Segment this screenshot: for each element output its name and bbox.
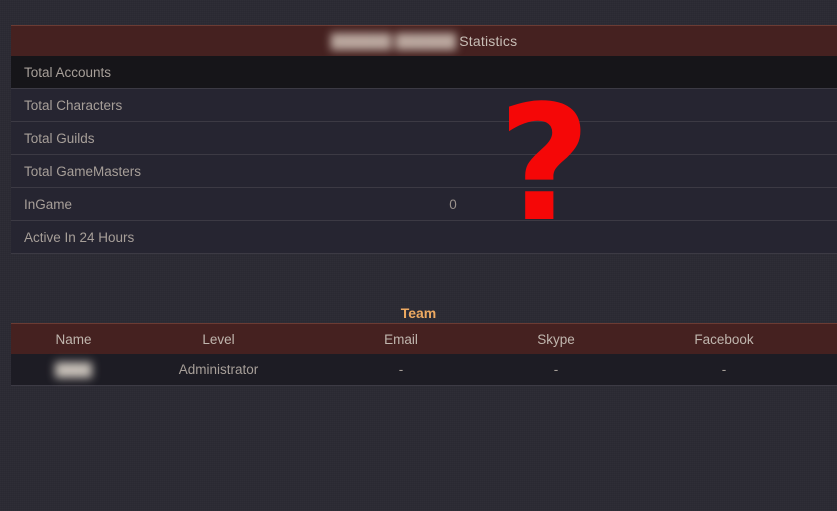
team-cell-level: Administrator: [178, 362, 259, 377]
statistics-panel: ██████ ██████ Statistics Total Accounts T…: [11, 25, 837, 254]
team-column-level[interactable]: Level: [136, 332, 301, 347]
statistics-title-bar: ██████ ██████ Statistics: [11, 25, 837, 56]
stats-label: Active In 24 Hours: [24, 229, 135, 245]
team-cell-facebook: -: [721, 362, 727, 377]
stats-label: InGame: [24, 196, 73, 212]
stats-label: Total Accounts: [24, 64, 112, 80]
stats-row-total-gamemasters[interactable]: Total GameMasters: [11, 155, 837, 188]
team-column-name[interactable]: Name: [11, 332, 136, 347]
stats-row-ingame[interactable]: InGame 0: [11, 188, 837, 221]
stats-row-total-accounts[interactable]: Total Accounts: [11, 56, 837, 89]
team-panel: Name Level Email Skype Facebook ████ Adm…: [11, 323, 837, 386]
statistics-title-redacted: ██████ ██████: [330, 33, 457, 49]
stats-label: Total Characters: [24, 97, 123, 113]
team-section-title: Team: [400, 305, 437, 321]
team-name-redacted: ████: [55, 362, 92, 377]
stats-row-total-guilds[interactable]: Total Guilds: [11, 122, 837, 155]
page-content: ██████ ██████ Statistics Total Accounts T…: [0, 0, 837, 511]
stats-row-total-characters[interactable]: Total Characters: [11, 89, 837, 122]
team-cell-name: ████: [11, 362, 136, 377]
team-table-header: Name Level Email Skype Facebook: [11, 323, 837, 354]
stats-label: Total GameMasters: [24, 163, 142, 179]
stats-row-active-in-24-hours[interactable]: Active In 24 Hours: [11, 221, 837, 254]
team-column-skype[interactable]: Skype: [501, 332, 611, 347]
statistics-title: ██████ ██████ Statistics: [331, 33, 518, 49]
team-column-facebook[interactable]: Facebook: [611, 332, 837, 347]
team-cell-email: -: [398, 362, 404, 377]
statistics-title-suffix: Statistics: [459, 33, 518, 49]
team-column-email[interactable]: Email: [301, 332, 501, 347]
stats-value: 0: [449, 196, 457, 212]
table-row[interactable]: ████ Administrator - - -: [11, 354, 837, 386]
team-cell-skype: -: [553, 362, 559, 377]
stats-label: Total Guilds: [24, 130, 95, 146]
